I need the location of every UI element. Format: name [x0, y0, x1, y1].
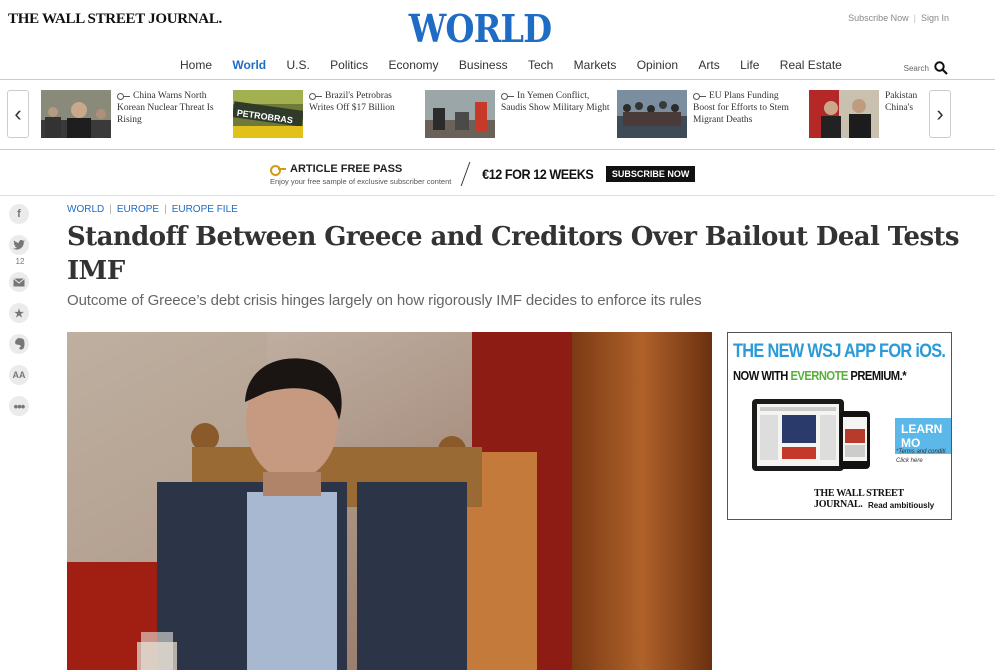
main-nav: Home World U.S. Politics Economy Busines…	[180, 58, 859, 72]
evernote-share-button[interactable]	[9, 334, 29, 354]
facebook-share-button[interactable]: f	[9, 204, 29, 224]
carousel-item-text: Pakistan China's	[885, 91, 918, 113]
carousel-item[interactable]: In Yemen Conflict, Saudis Show Military …	[425, 90, 611, 140]
key-icon	[309, 92, 322, 100]
free-pass-subtitle: Enjoy your free sample of exclusive subs…	[270, 176, 452, 186]
text-size-button[interactable]: AA	[9, 365, 29, 385]
headline-carousel: ‹ China Warns North Korean Nuclear Threa…	[0, 80, 995, 150]
twitter-share-button[interactable]	[9, 235, 29, 255]
star-icon: ★	[14, 307, 24, 320]
facebook-icon: f	[17, 208, 21, 220]
breadcrumb-separator: |	[164, 204, 167, 215]
subscribe-link[interactable]: Subscribe Now	[848, 13, 909, 23]
key-icon	[501, 92, 514, 100]
key-icon	[117, 92, 130, 100]
carousel-prev-button[interactable]: ‹	[7, 90, 29, 138]
nav-politics[interactable]: Politics	[330, 58, 368, 72]
account-separator: |	[913, 13, 916, 23]
signin-link[interactable]: Sign In	[921, 13, 949, 23]
article-photo[interactable]	[67, 332, 712, 670]
free-pass-title: ARTICLE FREE PASS	[270, 163, 451, 176]
ad-terms: *Terms and conditi Click here	[896, 449, 946, 464]
masthead: THE WALL STREET JOURNAL. WORLD Subscribe…	[0, 0, 995, 80]
email-share-button[interactable]	[9, 272, 29, 292]
nav-economy[interactable]: Economy	[389, 58, 439, 72]
breadcrumb-europe-file[interactable]: EUROPE FILE	[172, 204, 238, 215]
nav-life[interactable]: Life	[740, 58, 759, 72]
carousel-thumbnail	[809, 90, 879, 138]
twitter-icon	[13, 240, 25, 250]
more-icon: •••	[13, 398, 26, 414]
key-icon	[693, 92, 706, 100]
ad-tagline: Read ambitiously	[868, 501, 935, 510]
email-icon	[13, 277, 25, 286]
carousel-item[interactable]: China Warns North Korean Nuclear Threat …	[41, 90, 227, 140]
twitter-share-count: 12	[15, 257, 25, 266]
chevron-right-icon: ›	[936, 101, 944, 126]
carousel-item[interactable]: PETROBRAS Brazil's Petrobras Writes Off …	[233, 90, 419, 140]
article-photo-image	[67, 332, 712, 670]
section-title[interactable]: WORLD	[58, 6, 903, 51]
search-icon	[934, 61, 948, 75]
breadcrumb: WORLD | EUROPE | EUROPE FILE	[67, 204, 238, 215]
free-pass-text: ARTICLE FREE PASS Enjoy your free sample…	[270, 163, 451, 186]
breadcrumb-separator: |	[109, 204, 112, 215]
breadcrumb-world[interactable]: WORLD	[67, 204, 104, 215]
free-pass-content: ARTICLE FREE PASS Enjoy your free sample…	[270, 162, 696, 186]
carousel-item-text: In Yemen Conflict, Saudis Show Military …	[501, 91, 610, 113]
ad-subtitle: NOW WITH EVERNOTE PREMIUM.*	[733, 368, 907, 383]
subscribe-now-button[interactable]: SUBSCRIBE NOW	[605, 166, 696, 182]
wsj-app-ad[interactable]: THE NEW WSJ APP FOR iOS. NOW WITH EVERNO…	[727, 332, 952, 520]
nav-arts[interactable]: Arts	[698, 58, 719, 72]
promo-divider	[460, 162, 471, 186]
nav-opinion[interactable]: Opinion	[637, 58, 678, 72]
nav-markets[interactable]: Markets	[574, 58, 617, 72]
search-button[interactable]: Search	[904, 61, 948, 75]
carousel-item[interactable]: EU Plans Funding Boost for Efforts to St…	[617, 90, 803, 140]
carousel-item-text: China Warns North Korean Nuclear Threat …	[117, 91, 214, 125]
subscription-price: €12 FOR 12 WEEKS	[482, 166, 595, 182]
free-pass-banner: ARTICLE FREE PASS Enjoy your free sample…	[0, 150, 995, 196]
text-size-icon: AA	[12, 370, 26, 380]
carousel-item[interactable]: Pakistan China's	[809, 90, 919, 140]
device-illustration	[752, 399, 870, 471]
nav-home[interactable]: Home	[180, 58, 212, 72]
carousel-thumbnail	[425, 90, 495, 138]
account-links: Subscribe Now | Sign In	[848, 13, 949, 23]
carousel-item-text: Brazil's Petrobras Writes Off $17 Billio…	[309, 91, 395, 113]
nav-real-estate[interactable]: Real Estate	[780, 58, 842, 72]
evernote-icon	[14, 338, 24, 350]
article-headline: Standoff Between Greece and Creditors Ov…	[67, 222, 960, 286]
carousel-thumbnail	[41, 90, 111, 138]
article-subhead: Outcome of Greece’s debt crisis hinges l…	[67, 292, 702, 309]
carousel-item-text: EU Plans Funding Boost for Efforts to St…	[693, 91, 789, 125]
carousel-next-button[interactable]: ›	[929, 90, 951, 138]
nav-world[interactable]: World	[232, 58, 266, 72]
search-label: Search	[903, 63, 929, 73]
nav-tech[interactable]: Tech	[528, 58, 553, 72]
gold-key-icon	[270, 164, 286, 176]
nav-business[interactable]: Business	[459, 58, 508, 72]
nav-us[interactable]: U.S.	[286, 58, 309, 72]
more-share-button[interactable]: •••	[9, 396, 29, 416]
save-article-button[interactable]: ★	[9, 303, 29, 323]
chevron-left-icon: ‹	[14, 101, 22, 126]
ad-title: THE NEW WSJ APP FOR iOS.	[733, 341, 946, 362]
breadcrumb-europe[interactable]: EUROPE	[117, 204, 159, 215]
carousel-thumbnail: PETROBRAS	[233, 90, 303, 138]
carousel-thumbnail	[617, 90, 687, 138]
share-rail: f 12 ★ AA •••	[9, 204, 31, 427]
